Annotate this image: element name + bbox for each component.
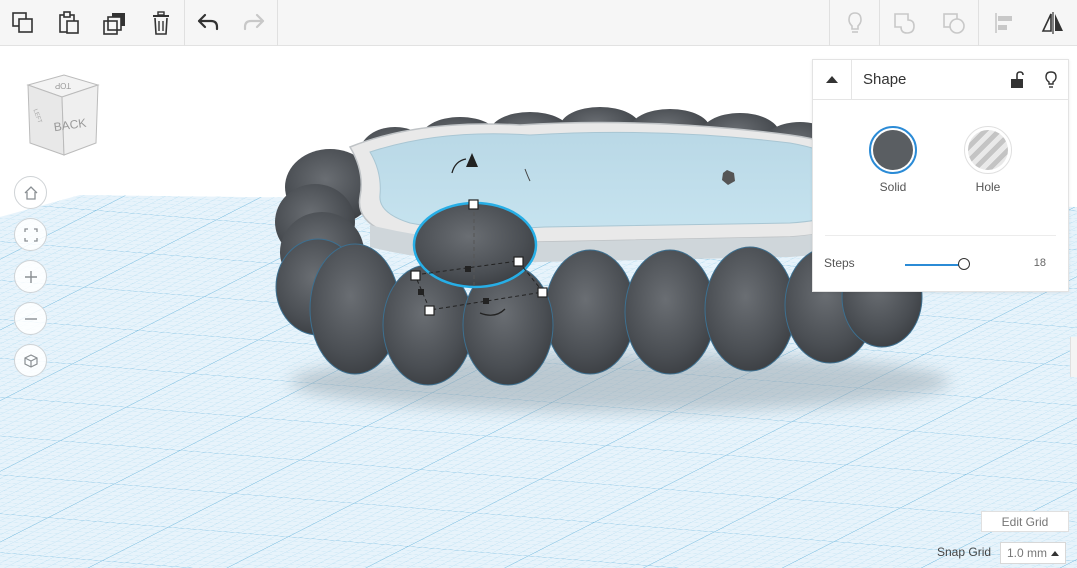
snap-grid-label: Snap Grid — [937, 545, 992, 559]
panel-divider — [825, 235, 1056, 236]
caret-up-icon — [826, 75, 838, 83]
snap-grid-value: 1.0 mm — [1007, 546, 1048, 560]
caret-up-icon — [1051, 551, 1059, 556]
home-view-button[interactable] — [14, 176, 47, 209]
edit-tools — [0, 0, 185, 46]
history-tools — [185, 0, 278, 46]
group-button[interactable] — [880, 0, 929, 46]
model-shadow — [290, 352, 950, 412]
paste-button[interactable] — [46, 0, 92, 46]
group-icon — [893, 13, 915, 34]
perspective-button[interactable] — [14, 344, 47, 377]
perspective-icon — [23, 353, 38, 368]
resize-handle[interactable] — [537, 287, 548, 298]
unlock-icon — [1011, 70, 1024, 88]
resize-handle[interactable] — [410, 270, 421, 281]
top-toolbar — [0, 0, 1077, 46]
solid-option[interactable]: Solid — [858, 126, 928, 194]
home-icon — [24, 185, 37, 200]
side-panel-toggle[interactable] — [1070, 337, 1077, 377]
ungroup-icon — [942, 13, 965, 34]
mirror-icon — [1041, 12, 1063, 34]
copy-icon — [12, 11, 33, 33]
solid-label: Solid — [879, 180, 907, 194]
notes-toggle-button[interactable] — [1034, 60, 1068, 100]
paste-icon — [59, 10, 79, 34]
fit-view-button[interactable] — [14, 218, 47, 251]
view-cube-top-label: TOP — [55, 81, 71, 90]
hole-swatch — [964, 126, 1012, 174]
undo-button[interactable] — [185, 0, 231, 46]
view-cube[interactable]: TOP BACK LEFT — [24, 73, 104, 159]
redo-button[interactable] — [231, 0, 277, 46]
duplicate-icon — [103, 12, 125, 35]
edit-grid-button[interactable]: Edit Grid — [981, 511, 1069, 532]
resize-handle[interactable] — [468, 199, 479, 210]
zoom-in-icon — [24, 270, 37, 283]
copy-button[interactable] — [0, 0, 46, 46]
resize-handle[interactable] — [513, 256, 524, 267]
edge-handle[interactable] — [483, 298, 489, 304]
duplicate-button[interactable] — [92, 0, 138, 46]
steps-value: 18 — [1033, 257, 1046, 269]
lightbulb-icon — [1045, 70, 1057, 88]
hole-option[interactable]: Hole — [953, 126, 1023, 194]
shape-tools — [829, 0, 1077, 46]
steps-slider-knob[interactable] — [958, 258, 971, 270]
zoom-out-button[interactable] — [14, 302, 47, 335]
fit-icon — [23, 227, 38, 242]
edge-handle[interactable] — [418, 289, 424, 295]
delete-button[interactable] — [138, 0, 184, 46]
trash-icon — [153, 10, 169, 35]
zoom-in-button[interactable] — [14, 260, 47, 293]
mirror-button[interactable] — [1028, 0, 1077, 46]
zoom-out-icon — [24, 317, 37, 320]
hole-label: Hole — [975, 180, 1001, 194]
align-icon — [994, 13, 1012, 33]
edge-handle[interactable] — [465, 266, 471, 272]
collapse-panel-button[interactable] — [813, 59, 852, 100]
align-button[interactable] — [979, 0, 1028, 46]
notes-button[interactable] — [830, 0, 879, 46]
ungroup-button[interactable] — [929, 0, 978, 46]
shape-inspector-panel: Shape Solid Hole Steps 18 — [812, 59, 1069, 292]
steps-label: Steps — [824, 256, 855, 270]
panel-title: Shape — [863, 71, 907, 88]
undo-icon — [197, 13, 219, 30]
resize-handle[interactable] — [424, 305, 435, 316]
snap-grid-select[interactable]: 1.0 mm — [1000, 542, 1066, 564]
lightbulb-icon — [847, 12, 862, 33]
lock-button[interactable] — [1000, 60, 1034, 100]
solid-swatch — [869, 126, 917, 174]
redo-icon — [243, 13, 265, 30]
steps-slider-track[interactable] — [905, 264, 965, 266]
panel-header: Shape — [813, 59, 1068, 100]
